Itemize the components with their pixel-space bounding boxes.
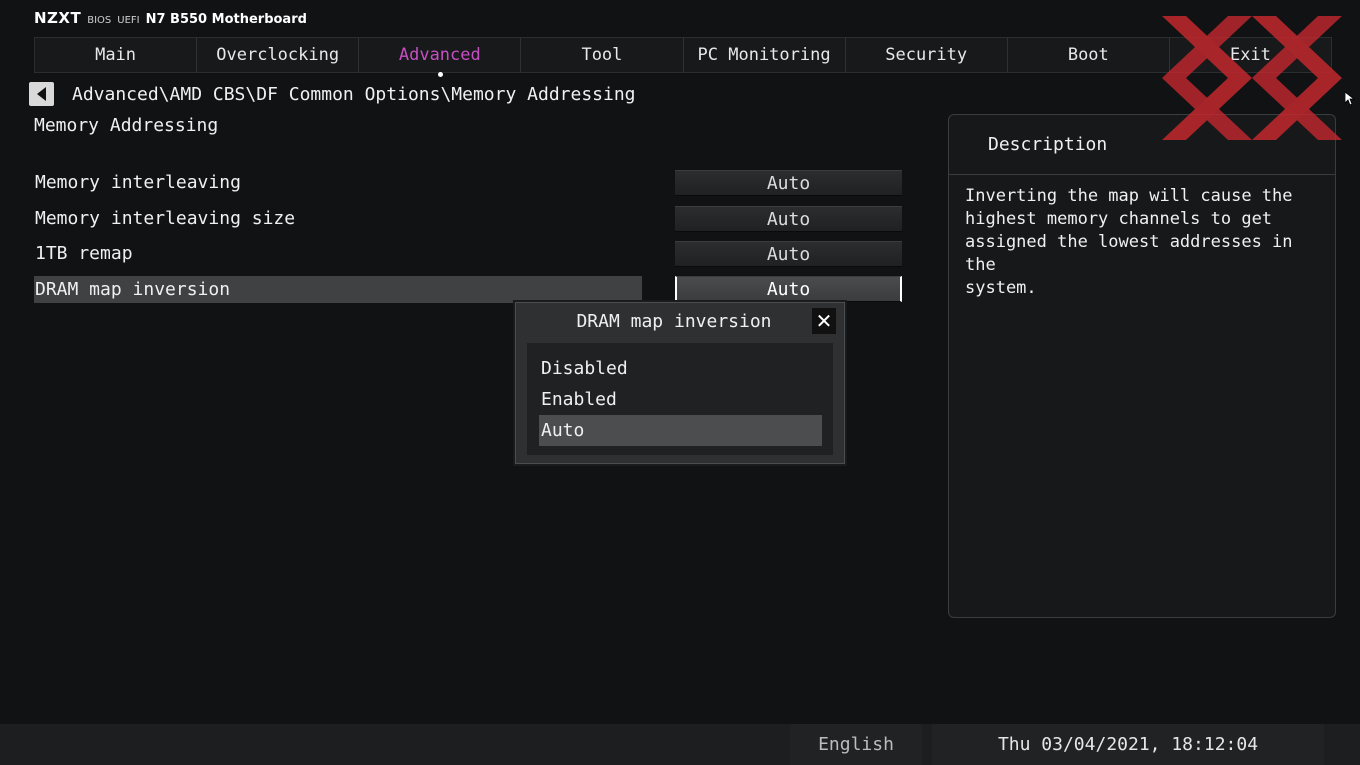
tab-main[interactable]: Main xyxy=(35,38,198,72)
dram-map-inversion-popup: DRAM map inversion ✕ Disabled Enabled Au… xyxy=(515,302,845,464)
section-title: Memory Addressing xyxy=(34,115,219,136)
memory-interleaving-value-button[interactable]: Auto xyxy=(675,170,902,196)
close-icon[interactable]: ✕ xyxy=(812,308,836,334)
1tb-remap-value-button[interactable]: Auto xyxy=(675,241,902,267)
tab-advanced[interactable]: Advanced xyxy=(359,38,522,77)
back-button[interactable] xyxy=(29,82,54,106)
setting-row-memory-interleaving-size[interactable]: Memory interleaving size xyxy=(34,205,642,232)
nzxt-logo: NZXT xyxy=(34,9,82,27)
setting-row-dram-map-inversion[interactable]: DRAM map inversion xyxy=(34,276,642,303)
tab-boot[interactable]: Boot xyxy=(1008,38,1170,72)
tab-pc-monitoring[interactable]: PC Monitoring xyxy=(684,38,846,72)
brand-header: NZXT BIOS UEFI N7 B550 Motherboard xyxy=(34,9,307,27)
memory-interleaving-size-value-button[interactable]: Auto xyxy=(675,206,902,232)
tab-tool[interactable]: Tool xyxy=(521,38,684,72)
setting-label: 1TB remap xyxy=(35,243,133,264)
setting-row-1tb-remap[interactable]: 1TB remap xyxy=(34,240,642,267)
tab-security[interactable]: Security xyxy=(846,38,1008,72)
tab-overclocking[interactable]: Overclocking xyxy=(197,38,360,72)
mouse-pointer-icon xyxy=(1345,92,1355,106)
xx-watermark-logo xyxy=(1162,16,1342,140)
setting-label: Memory interleaving size xyxy=(35,208,296,229)
model-name: N7 B550 Motherboard xyxy=(145,12,307,27)
language-selector[interactable]: English xyxy=(790,724,922,765)
setting-label: DRAM map inversion xyxy=(35,279,231,300)
setting-label: Memory interleaving xyxy=(35,172,241,193)
popup-title: DRAM map inversion xyxy=(576,311,772,332)
option-enabled[interactable]: Enabled xyxy=(539,384,822,415)
description-panel: Description Inverting the map will cause… xyxy=(948,114,1336,618)
back-arrow-icon xyxy=(37,87,46,101)
uefi-label: UEFI xyxy=(117,15,140,26)
main-tabs: Main Overclocking Advanced Tool PC Monit… xyxy=(34,37,1332,77)
bios-label: BIOS xyxy=(87,15,112,26)
setting-row-memory-interleaving[interactable]: Memory interleaving xyxy=(34,169,642,196)
popup-option-list: Disabled Enabled Auto xyxy=(527,343,833,455)
option-auto[interactable]: Auto xyxy=(539,415,822,446)
option-disabled[interactable]: Disabled xyxy=(539,353,822,384)
dram-map-inversion-value-button[interactable]: Auto xyxy=(675,276,902,302)
bios-screen: NZXT BIOS UEFI N7 B550 Motherboard Main … xyxy=(0,0,1360,765)
status-bar: English Thu 03/04/2021, 18:12:04 xyxy=(0,724,1360,765)
breadcrumb: Advanced\AMD CBS\DF Common Options\Memor… xyxy=(72,84,636,105)
date-time-display[interactable]: Thu 03/04/2021, 18:12:04 xyxy=(932,724,1324,765)
description-text: Inverting the map will cause the highest… xyxy=(965,186,1293,298)
